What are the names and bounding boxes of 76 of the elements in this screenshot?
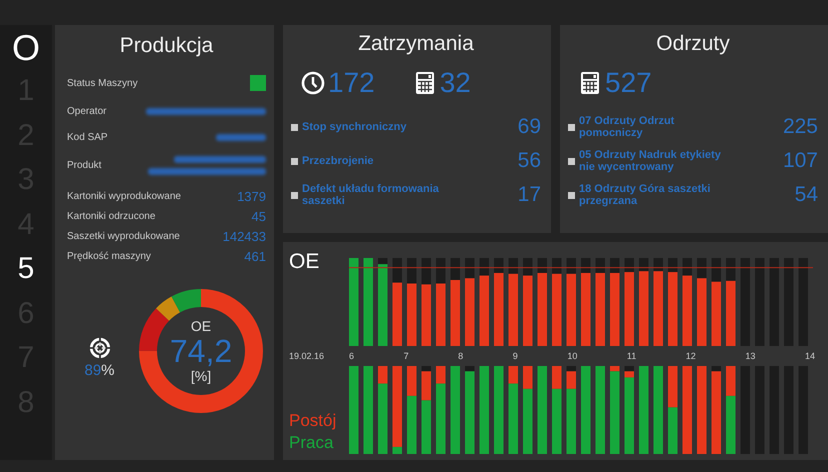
oe-bar	[465, 278, 474, 346]
bullet-icon	[291, 192, 298, 198]
bullet-icon	[291, 124, 298, 130]
reason-label: Stop synchroniczny	[302, 121, 408, 133]
hour-label: 7	[404, 351, 409, 361]
counter-value: 142433	[222, 229, 266, 244]
oe-bar	[422, 284, 431, 346]
counter-value: 45	[252, 209, 266, 224]
total-value: 172	[328, 67, 375, 99]
total-value: 32	[440, 67, 471, 99]
field-label: Produkt	[67, 160, 102, 171]
counter-value: 1379	[237, 189, 266, 204]
target-icon	[88, 337, 110, 359]
oe-bar	[480, 276, 489, 346]
reason-label: 18 Odrzuty Góra saszetki przegrzana	[579, 183, 712, 207]
counter-label: Kartoniki wyprodukowane	[67, 191, 181, 202]
status-label: Status Maszyny	[67, 78, 138, 88]
counter-label: Kartoniki odrzucone	[67, 211, 156, 222]
legend-label: Postój	[289, 410, 338, 432]
bullet-icon	[568, 158, 575, 164]
oe-bar	[392, 282, 402, 346]
hour-label: 10	[567, 351, 578, 361]
bar-track	[465, 366, 474, 372]
oe-bar	[450, 280, 460, 346]
total-value: 527	[605, 67, 652, 99]
counter-value: 461	[244, 249, 266, 264]
panel-title: Odrzuty	[655, 31, 731, 57]
hour-label: 13	[745, 351, 756, 361]
hour-label: 9	[512, 351, 518, 361]
counter-label: Saszetki wyprodukowane	[67, 231, 180, 242]
oe-bar	[682, 276, 692, 346]
reason-label: 05 Odrzuty Nadruk etykiety nie wycentrowany	[579, 149, 722, 173]
panel-title: Produkcja	[118, 33, 214, 59]
oe-bar	[436, 284, 446, 346]
bar-track	[712, 366, 721, 372]
panel-title: Zatrzymania	[357, 31, 475, 57]
reason-value: 17	[518, 183, 541, 207]
gauge-label: OE	[190, 318, 212, 334]
target-value: 89%	[84, 362, 115, 379]
bullet-icon	[568, 124, 575, 130]
oe-bar	[523, 276, 532, 346]
reason-value: 56	[518, 149, 541, 173]
reason-label: 07 Odrzuty Odrzut pomocniczy	[579, 115, 676, 139]
date-label: 19.02.16	[289, 351, 326, 361]
counter-label: Prędkość maszyny	[67, 251, 151, 262]
reason-value: 69	[518, 115, 541, 139]
hour-label: 6	[349, 351, 354, 361]
gauge-unit: [%]	[190, 368, 212, 384]
bar-track	[624, 366, 634, 372]
field-label: Operator	[67, 106, 106, 116]
hour-label: 12	[686, 351, 696, 361]
chart-title: OE	[289, 250, 320, 274]
oe-bar	[726, 280, 736, 346]
legend-label: Praca	[289, 432, 334, 454]
reason-label: Defekt układu formowania saszetki	[302, 183, 440, 207]
shift-number-tab[interactable]: 5	[18, 247, 34, 292]
hour-label: 14	[804, 351, 815, 361]
field-label: Kod SAP	[67, 132, 108, 142]
reason-label: Przezbrojenie	[302, 155, 375, 167]
bullet-icon	[291, 158, 298, 164]
hour-label: 8	[458, 351, 464, 361]
hour-label: 11	[626, 351, 636, 361]
oe-bar	[712, 282, 721, 346]
bullet-icon	[568, 192, 575, 198]
clock-icon	[301, 71, 325, 95]
oe-bar	[407, 284, 416, 346]
reason-value: 54	[794, 183, 818, 207]
reason-value: 107	[782, 149, 818, 173]
bar-track	[566, 366, 576, 372]
reason-value: 225	[782, 115, 818, 139]
bar-track	[378, 258, 388, 264]
bar-track	[422, 366, 431, 372]
logo-letter: O	[12, 27, 40, 69]
oe-bar	[697, 278, 706, 346]
calculator-icon	[578, 71, 602, 95]
gauge-value: 74,2	[170, 334, 232, 368]
